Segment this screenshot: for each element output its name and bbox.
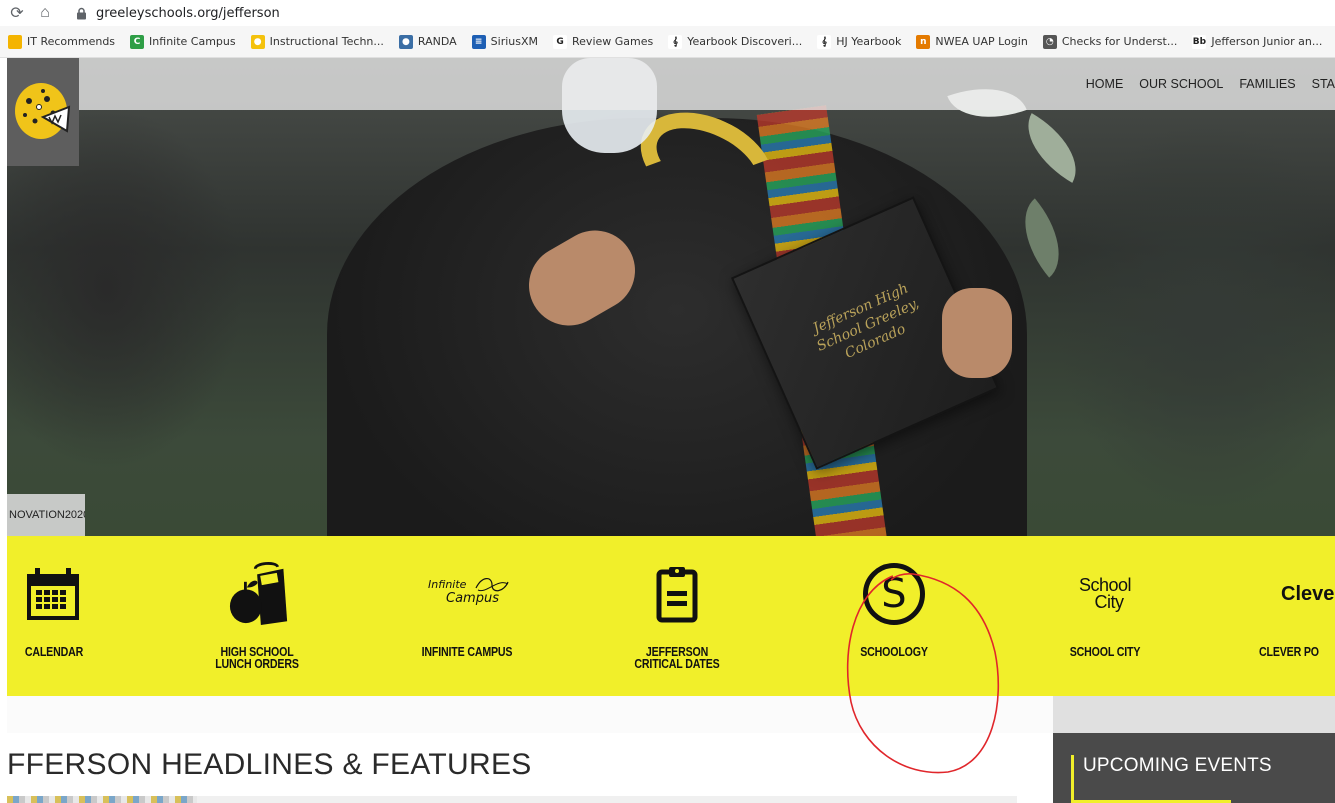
- quicklink-calendar[interactable]: CALENDAR: [7, 536, 107, 696]
- browser-address-bar: ⟳ ⌂ greeleyschools.org/jefferson: [0, 0, 1335, 26]
- logo-text: Infinite: [428, 578, 467, 591]
- quicklink-label: INFINITE CAMPUS: [421, 645, 513, 659]
- home-icon[interactable]: ⌂: [34, 2, 56, 24]
- hand-right: [942, 288, 1012, 378]
- rose-leaf: [1011, 113, 1093, 183]
- bookmark-label: Checks for Underst...: [1061, 35, 1178, 48]
- headlines-heading: FFERSON HEADLINES & FEATURES: [7, 748, 532, 781]
- bookmark-item[interactable]: 𝄞 Yearbook Discoveri...: [668, 34, 803, 49]
- bookmark-label: Yearbook Discoveri...: [687, 35, 803, 48]
- bookmark-label: SiriusXM: [490, 35, 539, 48]
- logo-text: Cleve: [1281, 582, 1335, 605]
- globe-icon: ●: [398, 34, 413, 49]
- quicklink-label: HIGH SCHOOL LUNCH ORDERS: [215, 645, 299, 671]
- bookmark-item[interactable]: G Review Games: [553, 34, 654, 49]
- bookmark-item[interactable]: IT Recommends: [8, 34, 116, 49]
- upcoming-events-title[interactable]: UPCOMING EVENTS: [1083, 755, 1272, 777]
- calendar-icon: [23, 558, 83, 630]
- globe-icon: ◔: [1042, 34, 1057, 49]
- quicklink-school-city[interactable]: School City SCHOOL CITY: [1055, 536, 1155, 696]
- nav-link[interactable]: HOME: [1086, 77, 1124, 91]
- quicklink-critical-dates[interactable]: JEFFERSON CRITICAL DATES: [622, 536, 732, 696]
- bookmark-item[interactable]: n NWEA UAP Login: [916, 34, 1028, 49]
- reload-icon[interactable]: ⟳: [6, 2, 28, 24]
- bookmark-label: IT Recommends: [27, 35, 116, 48]
- bookmark-item[interactable]: ● Instructional Techn...: [250, 34, 384, 49]
- yearbook-icon: 𝄞: [817, 34, 832, 49]
- clipboard-icon: [654, 558, 700, 630]
- quicklink-label: JEFFERSON CRITICAL DATES: [634, 645, 720, 671]
- diploma-text: Jefferson High School Greeley, Colorado: [810, 280, 922, 362]
- web-page: Jefferson High School Greeley, Colorado …: [7, 58, 1335, 803]
- quicklink-infinite-campus[interactable]: Infinite Campus INFINITE CAMPUS: [412, 536, 522, 696]
- top-navigation: HOME OUR SCHOOL FAMILIES STA: [7, 58, 1335, 110]
- bookmark-label: HJ Yearbook: [836, 35, 902, 48]
- bulb-icon: ●: [250, 34, 265, 49]
- yearbook-icon: 𝄞: [668, 34, 683, 49]
- quicklink-label: SCHOOL CITY: [1069, 645, 1141, 659]
- lock-icon[interactable]: [74, 6, 88, 20]
- doc-icon: [8, 34, 22, 49]
- nav-link[interactable]: STA: [1312, 77, 1335, 91]
- nav-link[interactable]: FAMILIES: [1239, 77, 1295, 91]
- bookmark-label: Infinite Campus: [149, 35, 236, 48]
- bookmark-item[interactable]: ≡ SiriusXM: [471, 34, 539, 49]
- bookmark-item[interactable]: C Infinite Campus: [130, 34, 236, 49]
- jaguar-logo-icon: [15, 83, 71, 139]
- rose-leaf: [1004, 198, 1080, 278]
- hero-caption: NOVATION2020: [7, 494, 85, 536]
- annotation-circle: [846, 573, 1000, 774]
- quicklink-lunch-orders[interactable]: HIGH SCHOOL LUNCH ORDERS: [207, 536, 307, 696]
- bookmark-label: NWEA UAP Login: [935, 35, 1028, 48]
- thumbnail-strip-bg: [197, 796, 1017, 803]
- bookmark-label: Instructional Techn...: [269, 35, 384, 48]
- bookmark-label: Review Games: [572, 35, 654, 48]
- clever-logo: Cleve: [1281, 558, 1335, 630]
- sirius-icon: ≡: [471, 34, 486, 49]
- quicklink-label: CALENDAR: [24, 645, 84, 659]
- bookmarks-bar: IT Recommends C Infinite Campus ● Instructio…: [0, 26, 1335, 58]
- hero-image: Jefferson High School Greeley, Colorado: [7, 58, 1335, 536]
- bookmark-item[interactable]: ◔ Checks for Underst...: [1042, 34, 1178, 49]
- url-text[interactable]: greeleyschools.org/jefferson: [96, 6, 280, 21]
- school-logo[interactable]: [7, 58, 79, 166]
- bookmark-label: Jefferson Junior an...: [1211, 35, 1323, 48]
- bookmark-item[interactable]: ● RANDA: [398, 34, 457, 49]
- infinite-campus-logo: Infinite Campus: [424, 558, 510, 630]
- nav-link[interactable]: OUR SCHOOL: [1139, 77, 1223, 91]
- bookmark-item[interactable]: Bb Jefferson Junior an...: [1192, 34, 1323, 49]
- quicklink-label: CLEVER PO: [1259, 645, 1319, 659]
- nav-links: HOME OUR SCHOOL FAMILIES STA: [1070, 77, 1335, 91]
- campus-icon: C: [130, 34, 145, 49]
- quick-links-bar: CALENDAR HIGH SCHOOL LUNCH ORDERS Infini…: [7, 536, 1335, 696]
- quicklink-clever[interactable]: Cleve CLEVER PO: [1255, 536, 1335, 696]
- logo-text: City: [1094, 592, 1124, 612]
- nwea-icon: n: [916, 34, 931, 49]
- lunch-bag-apple-icon: [229, 558, 289, 630]
- bookmark-label: RANDA: [417, 35, 457, 48]
- upcoming-events-panel: UPCOMING EVENTS: [1053, 733, 1335, 803]
- google-icon: G: [553, 34, 568, 49]
- school-city-logo: School City: [1073, 558, 1137, 630]
- accent-bar: [1071, 755, 1074, 803]
- bookmark-item[interactable]: 𝄞 HJ Yearbook: [817, 34, 902, 49]
- blackboard-icon: Bb: [1192, 34, 1207, 49]
